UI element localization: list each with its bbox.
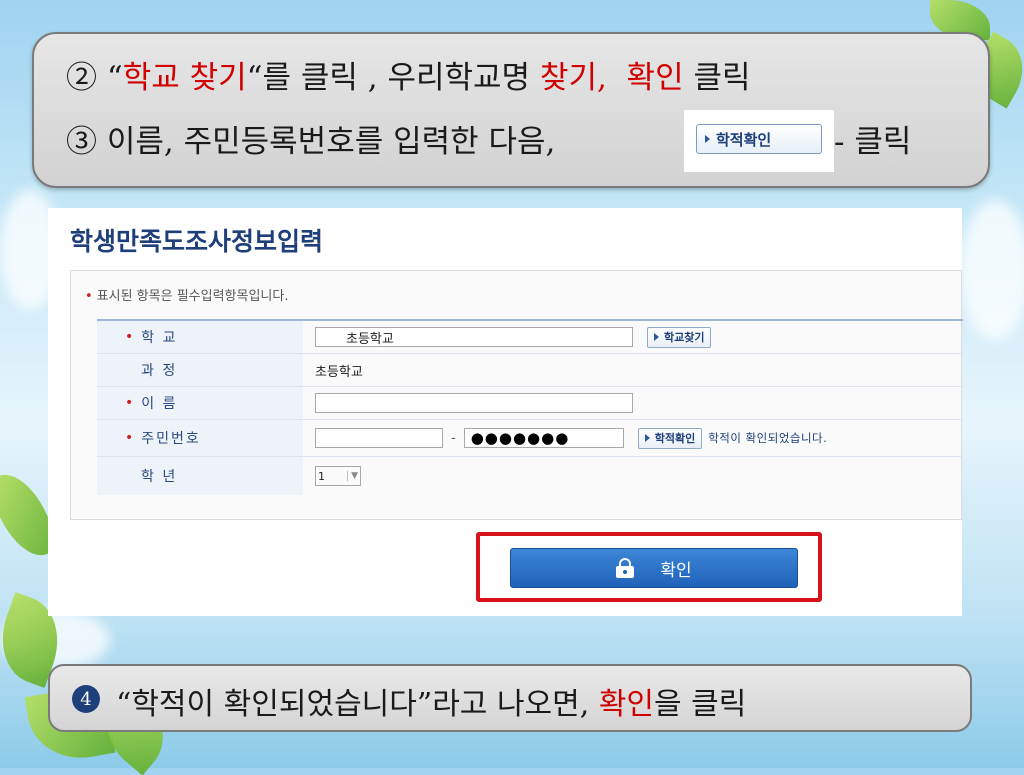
step-4-confirm-highlight: 확인 — [598, 687, 655, 722]
lock-icon — [616, 558, 635, 578]
confirm-button-label: 확인 — [660, 560, 692, 581]
form-row-school: • 학 교 초등학교 학교찾기 — [97, 321, 963, 354]
step-4-badge: 4 — [72, 685, 100, 713]
name-cell — [315, 387, 633, 419]
form-title: 학생만족도조사정보입력 — [70, 227, 324, 256]
school-label: • 학 교 — [97, 321, 303, 353]
required-dot-icon: • — [125, 395, 136, 411]
step-4-callout: 4 “학적이 확인되었습니다”라고 나오면, 확인을 클릭 — [48, 664, 972, 732]
record-check-button-label: 학적확인 — [654, 432, 696, 445]
form-panel: • 표시된 항목은 필수입력항목입니다. • 학 교 초등학교 학교찾기 과 정 초… — [70, 270, 963, 520]
form-row-name: • 이 름 — [97, 387, 963, 420]
required-dot-icon: • — [85, 289, 93, 304]
step-4-instruction: “학적이 확인되었습니다”라고 나오면, 확인을 클릭 — [116, 679, 746, 723]
school-input[interactable]: 초등학교 — [315, 327, 633, 347]
required-notice-text: 표시된 항목은 필수입력항목입니다. — [96, 289, 289, 304]
record-confirmed-message: 학적이 확인되었습니다. — [708, 431, 828, 445]
grade-select-value: 1 — [318, 469, 325, 483]
step-2-suffix: 클릭 — [683, 60, 751, 96]
name-input[interactable] — [315, 393, 633, 413]
school-search-button-label: 학교찾기 — [664, 331, 705, 344]
illustrated-record-check-button: 학적확인 — [696, 124, 822, 154]
background-cloud — [960, 200, 1024, 340]
grade-label: 학 년 — [97, 457, 303, 495]
inline-button-illustration: 학적확인 — [684, 110, 834, 172]
rrn-back-input[interactable]: ●●●●●●● — [463, 428, 624, 448]
form-screenshot: 학생만족도조사정보입력 • 표시된 항목은 필수입력항목입니다. • 학 교 초등학… — [48, 208, 963, 616]
grade-cell: 1 ▼ — [315, 457, 361, 495]
rrn-dash: - — [451, 430, 456, 446]
play-triangle-icon — [705, 135, 710, 143]
illustrated-button-label: 학적확인 — [716, 130, 772, 149]
instruction-callout: ② “학교 찾기“를 클릭 , 우리학교명 찾기, 확인 클릭 ③ 이름, 주민… — [32, 32, 990, 188]
school-cell: 초등학교 학교찾기 — [315, 321, 712, 353]
name-label: • 이 름 — [97, 387, 303, 419]
grade-select[interactable]: 1 ▼ — [315, 466, 361, 486]
rrn-front-input[interactable] — [315, 428, 443, 448]
find-highlight: 찾기, — [539, 60, 607, 96]
course-value: 초등학교 — [315, 364, 363, 380]
form-rows: • 학 교 초등학교 학교찾기 과 정 초등학교 • 이 름 • 주민번호 - … — [97, 319, 963, 495]
rrn-label-text: 주민번호 — [141, 431, 201, 447]
required-dot-icon: • — [125, 430, 136, 446]
form-row-grade: 학 년 1 ▼ — [97, 457, 963, 495]
required-dot-icon: • — [125, 329, 136, 345]
step-2-prefix: ② “ — [66, 60, 123, 96]
school-label-text: 학 교 — [141, 330, 178, 346]
play-triangle-icon — [644, 434, 650, 442]
required-notice: • 표시된 항목은 필수입력항목입니다. — [85, 285, 288, 304]
confirm-highlight-box: 확인 — [476, 532, 822, 602]
step-3-suffix: - 클릭 — [834, 124, 912, 160]
course-label: 과 정 — [97, 354, 303, 386]
form-row-course: 과 정 초등학교 — [97, 354, 963, 387]
form-row-rrn: • 주민번호 - ●●●●●●● 학적확인 학적이 확인되었습니다. — [97, 420, 963, 457]
play-triangle-icon — [654, 333, 659, 341]
rrn-cell: - ●●●●●●● 학적확인 학적이 확인되었습니다. — [315, 420, 827, 456]
step-2-instruction: ② “학교 찾기“를 클릭 , 우리학교명 찾기, 확인 클릭 — [66, 52, 751, 97]
school-search-highlight: 학교 찾기 — [122, 60, 247, 96]
rrn-label: • 주민번호 — [97, 420, 303, 456]
step-2-middle-text: “를 클릭 , 우리학교명 — [246, 60, 540, 96]
school-search-button[interactable]: 학교찾기 — [647, 326, 712, 348]
step-4-suffix: 을 클릭 — [654, 687, 747, 722]
name-label-text: 이 름 — [141, 396, 178, 412]
record-check-button[interactable]: 학적확인 — [637, 427, 703, 449]
confirm-button[interactable]: 확인 — [510, 548, 798, 588]
confirm-highlight: 확인 — [626, 60, 684, 96]
step-4-prefix: “학적이 확인되었습니다”라고 나오면, — [116, 687, 599, 722]
chevron-down-icon: ▼ — [347, 471, 358, 481]
step-3-instruction: ③ 이름, 주민등록번호를 입력한 다음, — [66, 124, 556, 160]
